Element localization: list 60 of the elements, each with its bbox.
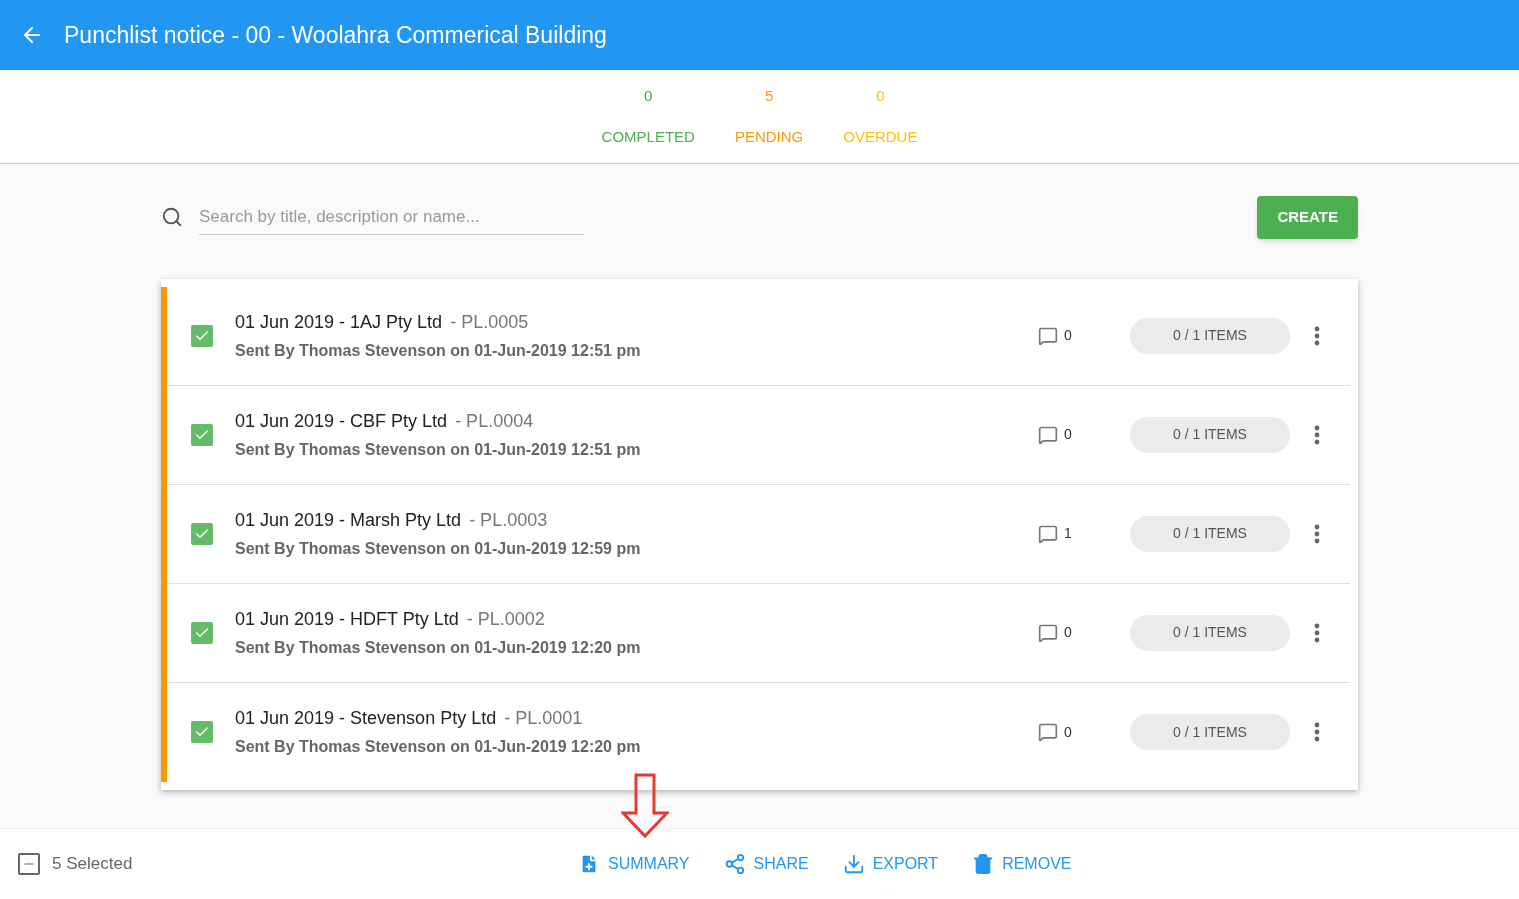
notice-title: 01 Jun 2019 - CBF Pty Ltd [235,409,448,433]
sent-info: Sent By Thomas Stevenson on 01-Jun-2019 12:51 pm [235,340,642,361]
row-checkbox[interactable] [191,522,213,545]
download-icon [842,853,865,875]
more-button[interactable] [1314,722,1320,742]
items-chip[interactable]: 0 / 1 ITEMS [1130,416,1290,453]
comment-icon [1038,622,1058,643]
share-icon [723,853,746,875]
comment-count: 0 [1064,326,1072,345]
stat-count: 5 [764,86,774,106]
row-checkbox[interactable] [191,721,213,743]
notice-title: 01 Jun 2019 - Stevenson Pty Ltd [235,707,497,730]
row-checkbox[interactable] [191,324,213,347]
page-title: Punchlist notice - 00 - Woolahra Commerical Building [64,20,607,50]
items-chip[interactable]: 0 / 1 ITEMS [1130,714,1290,750]
notice-title: 01 Jun 2019 - Marsh Pty Ltd [235,508,462,532]
stat-count: 0 [644,86,653,106]
items-chip[interactable]: 0 / 1 ITEMS [1130,614,1290,651]
notice-code: - PL.0002 [466,607,545,631]
sent-info: Sent By Thomas Stevenson on 01-Jun-2019 12:20 pm [235,737,642,757]
items-chip[interactable]: 0 / 1 ITEMS [1130,515,1290,552]
more-vertical-icon [1314,523,1320,544]
select-all-checkbox[interactable] [18,853,40,875]
items-chip[interactable]: 0 / 1 ITEMS [1130,317,1290,354]
comment-icon [1038,325,1058,346]
stat-count: 0 [876,86,885,106]
notice-code: - PL.0004 [455,409,534,433]
selected-count: 5 Selected [52,853,133,876]
comment-count: 0 [1064,722,1072,742]
more-vertical-icon [1314,622,1320,643]
notice-code: - PL.0003 [469,508,548,532]
row-checkbox[interactable] [191,621,213,644]
down-arrow-icon [621,773,669,839]
more-button[interactable] [1314,424,1320,445]
trash-icon [972,853,995,875]
comment-icon [1038,523,1058,544]
sent-info: Sent By Thomas Stevenson on 01-Jun-2019 12:59 pm [235,538,642,559]
notice-title: 01 Jun 2019 - 1AJ Pty Ltd [235,310,443,334]
more-vertical-icon [1314,722,1320,742]
more-button[interactable] [1314,523,1320,544]
more-vertical-icon [1314,325,1320,346]
stat-label: OVERDUE [843,126,918,147]
more-vertical-icon [1314,424,1320,445]
stat-label: COMPLETED [601,126,695,147]
sent-info: Sent By Thomas Stevenson on 01-Jun-2019 12:20 pm [235,637,642,658]
row-checkbox[interactable] [191,423,213,446]
comment-count: 0 [1064,623,1072,642]
notice-code: - PL.0001 [504,707,583,730]
comment-count: 0 [1064,425,1072,444]
comment-icon [1038,722,1058,742]
notice-code: - PL.0005 [450,310,529,334]
comment-count: 1 [1064,524,1072,543]
search-field[interactable]: Search by title, description or name... [199,200,584,235]
more-button[interactable] [1314,325,1320,346]
more-button[interactable] [1314,622,1320,643]
notice-title: 01 Jun 2019 - HDFT Pty Ltd [235,607,459,631]
search-icon [161,206,183,229]
comment-icon [1038,424,1058,445]
stat-label: PENDING [734,126,804,147]
sent-info: Sent By Thomas Stevenson on 01-Jun-2019 12:51 pm [235,439,642,460]
